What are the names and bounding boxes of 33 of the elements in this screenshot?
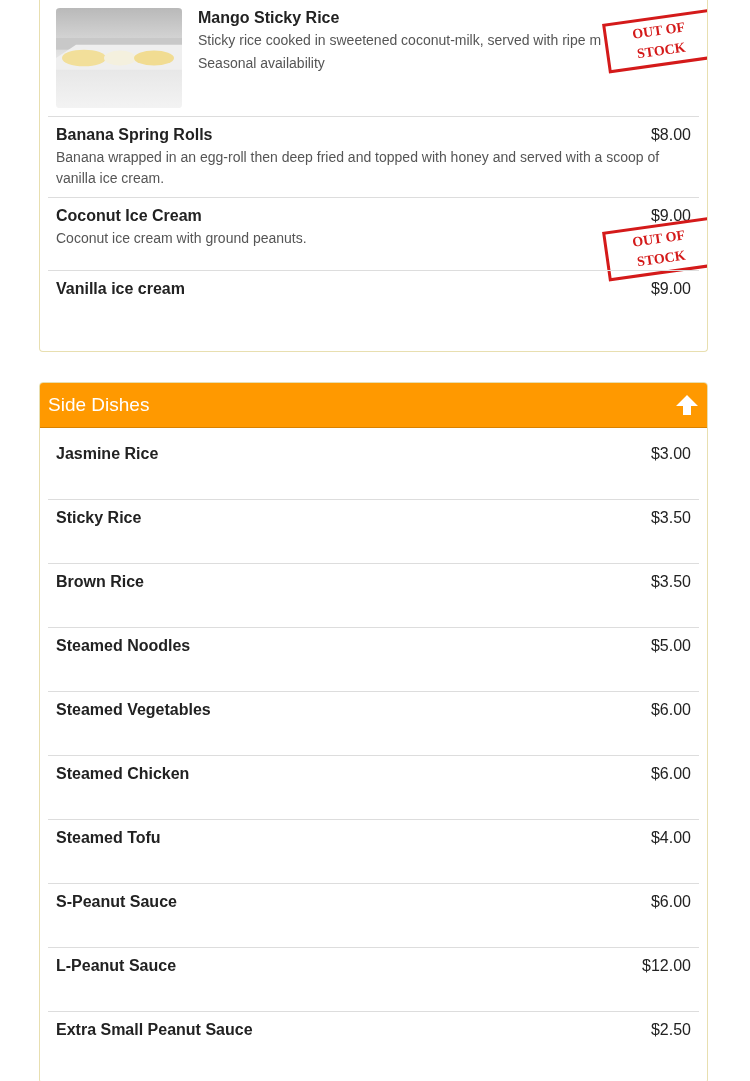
dish-name: Extra Small Peanut Sauce xyxy=(56,1020,253,1040)
section-header[interactable]: Side Dishes xyxy=(40,383,707,428)
dish-name: Steamed Noodles xyxy=(56,636,191,656)
dish-price: $6.00 xyxy=(650,764,691,784)
dish-price: $3.50 xyxy=(650,572,691,592)
dish-price: $3.50 xyxy=(650,508,691,528)
dish-name: Sticky Rice xyxy=(56,508,142,528)
dish-name: Steamed Tofu xyxy=(56,828,161,848)
dish-name: Steamed Vegetables xyxy=(56,700,211,720)
dish-name: L-Peanut Sauce xyxy=(56,956,177,976)
dish-price: $12.00 xyxy=(642,956,691,976)
dish-price: $5.00 xyxy=(650,636,691,656)
dish-price: $6.00 xyxy=(650,700,691,720)
section-title: Side Dishes xyxy=(48,394,150,416)
dish-price: $6.00 xyxy=(650,892,691,912)
out-of-stock-stamp: OUT OF STOCK xyxy=(602,8,707,74)
dish-name: Mango Sticky Rice xyxy=(198,8,340,28)
dish-name: Vanilla ice cream xyxy=(56,279,185,299)
dish-price: $4.00 xyxy=(650,828,691,848)
dish-description: Coconut ice cream with ground peanuts. xyxy=(56,229,307,248)
dish-price: $3.00 xyxy=(650,444,691,464)
availability-note: Seasonal availability xyxy=(198,54,325,73)
dish-price: $8.00 xyxy=(650,125,691,145)
dish-description: Banana wrapped in an egg-roll then deep fried and topped with honey and served with a scoop of vanilla ice cream. xyxy=(56,148,661,188)
dish-price: $2.50 xyxy=(650,1020,691,1040)
dish-name: Jasmine Rice xyxy=(56,444,159,464)
arrow-up-icon[interactable] xyxy=(675,393,699,417)
dish-name: Steamed Chicken xyxy=(56,764,190,784)
dish-name: Brown Rice xyxy=(56,572,144,592)
dish-price: $9.00 xyxy=(650,279,691,299)
dish-name: Banana Spring Rolls xyxy=(56,125,213,145)
dish-name: S-Peanut Sauce xyxy=(56,892,177,912)
dish-name: Coconut Ice Cream xyxy=(56,206,202,226)
